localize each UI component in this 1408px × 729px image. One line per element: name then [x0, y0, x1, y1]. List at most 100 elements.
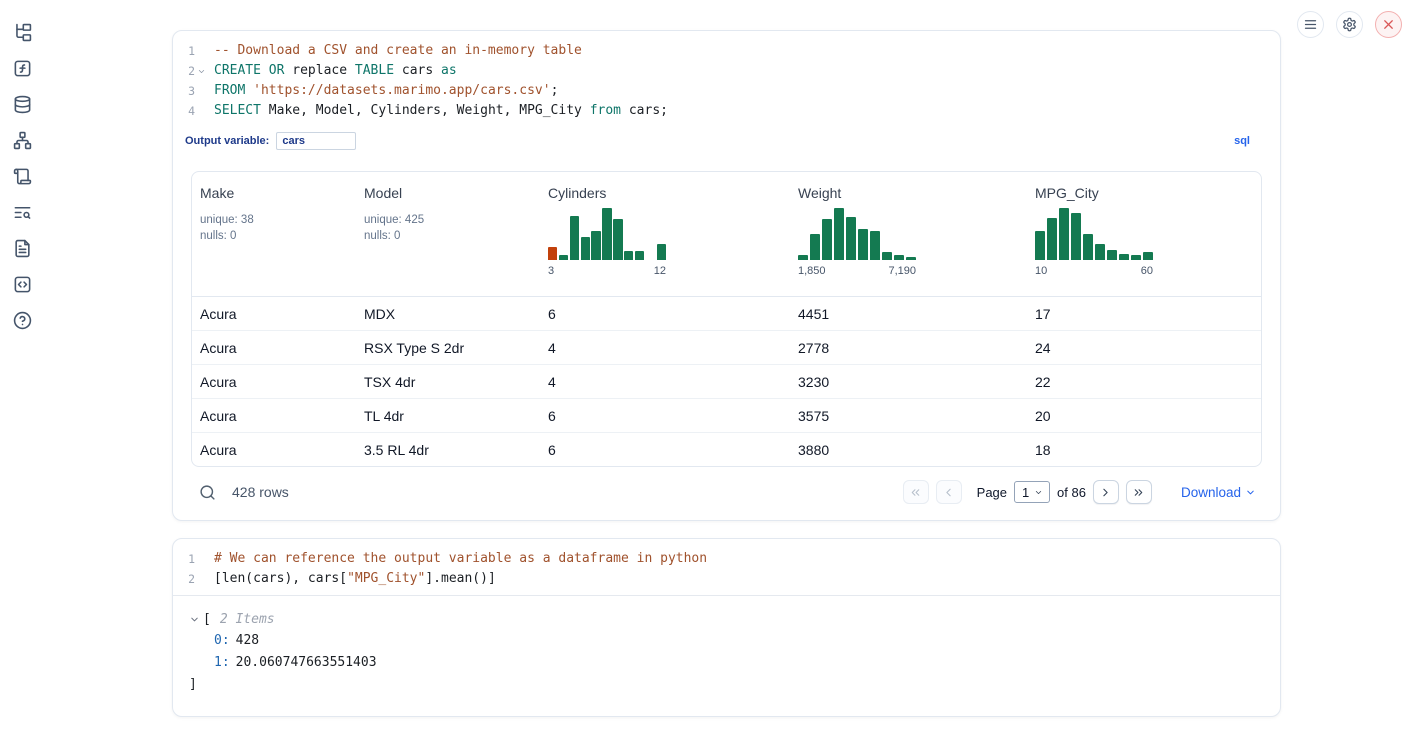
python-cell: 1# We can reference the output variable … — [172, 538, 1281, 717]
table-footer: 428 rows Page 1 of 86 — [173, 467, 1280, 520]
language-badge: sql — [1234, 135, 1250, 147]
tree-entry: 0:428 — [189, 630, 1262, 652]
output-variable-input[interactable] — [276, 132, 356, 150]
tree-entry: 1:20.060747663551403 — [189, 652, 1262, 674]
hist-bar — [581, 237, 590, 260]
column-stat: unique: 425 — [364, 212, 532, 228]
column-header-model[interactable]: Modelunique: 425nulls: 0 — [356, 172, 540, 296]
histogram-mpg_city: 1060 — [1035, 208, 1153, 277]
histogram-cylinders: 312 — [548, 208, 666, 277]
scroll-icon[interactable] — [13, 167, 32, 186]
last-page-button[interactable] — [1126, 480, 1152, 504]
hist-bar — [657, 244, 666, 260]
table-cell: 3.5 RL 4dr — [356, 433, 540, 466]
python-editor[interactable]: 1# We can reference the output variable … — [173, 539, 1280, 595]
hist-bar — [624, 251, 633, 260]
document-icon[interactable] — [13, 239, 32, 258]
code-text: -- Download a CSV and create an in-memor… — [208, 41, 582, 61]
column-stat: unique: 38 — [200, 212, 348, 228]
column-header-make[interactable]: Makeunique: 38nulls: 0 — [192, 172, 356, 296]
table-cell: Acura — [192, 297, 356, 330]
hist-bar — [602, 208, 611, 260]
table-row[interactable]: AcuraMDX6445117 — [192, 297, 1261, 330]
settings-button[interactable] — [1336, 11, 1363, 38]
chevrons-right-icon — [1132, 486, 1145, 499]
column-header-weight[interactable]: Weight1,8507,190 — [790, 172, 1027, 296]
column-header-cylinders[interactable]: Cylinders312 — [540, 172, 790, 296]
function-icon[interactable] — [13, 59, 32, 78]
fold-chevron-icon — [195, 81, 208, 101]
hist-bar — [798, 255, 808, 260]
hist-bar — [635, 251, 644, 260]
column-header-mpg_city[interactable]: MPG_City 1060 — [1027, 172, 1261, 296]
table-row[interactable]: AcuraTSX 4dr4323022 — [192, 364, 1261, 398]
hist-bar — [1119, 254, 1129, 260]
code-text: [len(cars), cars["MPG_City"].mean()] — [208, 569, 496, 589]
close-button[interactable] — [1375, 11, 1402, 38]
hist-bar — [846, 217, 856, 260]
code-line: 2CREATE OR replace TABLE cars as — [173, 61, 1280, 81]
line-number: 2 — [173, 569, 195, 589]
code-text: FROM 'https://datasets.marimo.app/cars.c… — [208, 81, 558, 101]
hist-bar — [906, 257, 916, 260]
sql-cell: 1 -- Download a CSV and create an in-memo… — [172, 30, 1281, 521]
sql-editor[interactable]: 1-- Download a CSV and create an in-memo… — [173, 31, 1280, 127]
next-page-button[interactable] — [1093, 480, 1119, 504]
result-table: Makeunique: 38nulls: 0Modelunique: 425nu… — [191, 171, 1262, 467]
notebook: 1 -- Download a CSV and create an in-memo… — [172, 30, 1281, 717]
table-cell: 3230 — [790, 365, 1027, 398]
fold-chevron-icon — [195, 101, 208, 121]
hist-bar — [1071, 213, 1081, 260]
fold-chevron-icon[interactable] — [195, 61, 208, 81]
chevron-down-icon — [1034, 488, 1043, 497]
prev-page-button[interactable] — [936, 480, 962, 504]
hist-bar — [1131, 255, 1141, 260]
page-total: of 86 — [1057, 485, 1086, 500]
menu-button[interactable] — [1297, 11, 1324, 38]
table-cell: 4 — [540, 331, 790, 364]
search-icon[interactable] — [199, 484, 216, 501]
table-row[interactable]: AcuraTL 4dr6357520 — [192, 398, 1261, 432]
table-cell: 3575 — [790, 399, 1027, 432]
line-number: 4 — [173, 101, 195, 121]
download-label: Download — [1181, 485, 1241, 500]
hist-bar — [858, 229, 868, 260]
column-label: Model — [364, 185, 532, 201]
chevrons-left-icon — [909, 486, 922, 499]
database-icon[interactable] — [13, 95, 32, 114]
row-count: 428 rows — [232, 484, 289, 500]
table-cell: 24 — [1027, 331, 1261, 364]
download-button[interactable]: Download — [1181, 485, 1256, 500]
table-row[interactable]: Acura3.5 RL 4dr6388018 — [192, 432, 1261, 466]
collapse-chevron-icon[interactable] — [189, 614, 200, 625]
open-bracket: [ — [203, 609, 211, 630]
hist-bar — [570, 216, 579, 260]
hist-max-label: 7,190 — [888, 265, 916, 277]
hist-bar — [894, 255, 904, 260]
output-variable-label: Output variable: — [185, 135, 269, 147]
hist-bar — [1095, 244, 1105, 260]
hist-bar — [1107, 250, 1117, 260]
hist-min-label: 1,850 — [798, 265, 826, 277]
table-cell: 6 — [540, 399, 790, 432]
table-cell: 4451 — [790, 297, 1027, 330]
table-row[interactable]: AcuraRSX Type S 2dr4277824 — [192, 330, 1261, 364]
hist-bar — [613, 219, 622, 260]
snippets-icon[interactable] — [13, 275, 32, 294]
output-variable-bar: Output variable: sql — [173, 127, 1280, 157]
help-icon[interactable] — [13, 311, 32, 330]
page-select[interactable]: 1 — [1014, 481, 1050, 503]
items-count: 2 Items — [220, 609, 275, 630]
table-cell: 22 — [1027, 365, 1261, 398]
line-number: 1 — [173, 549, 195, 569]
first-page-button[interactable] — [903, 480, 929, 504]
table-cell: 18 — [1027, 433, 1261, 466]
code-line: 1# We can reference the output variable … — [173, 549, 1280, 569]
line-number: 2 — [173, 61, 195, 81]
code-line: 1-- Download a CSV and create an in-memo… — [173, 41, 1280, 61]
file-tree-icon[interactable] — [13, 23, 32, 42]
logs-icon[interactable] — [13, 203, 32, 222]
column-label: MPG_City — [1035, 185, 1253, 201]
dependency-graph-icon[interactable] — [13, 131, 32, 150]
pagination: Page 1 of 86 Download — [903, 480, 1256, 504]
